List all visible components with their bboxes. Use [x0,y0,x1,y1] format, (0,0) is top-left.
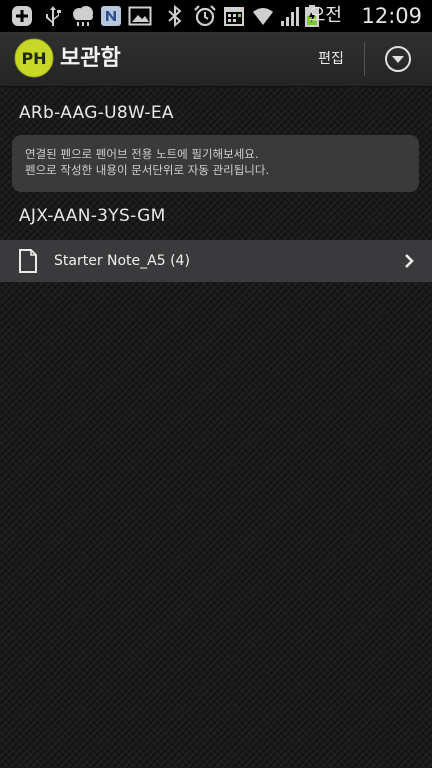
signal-icon [281,7,299,26]
edit-button[interactable]: 편집 [306,44,356,74]
dropdown-circle-icon[interactable] [384,45,412,73]
device-id-header: AJX-AAN-3YS-GM [19,206,166,226]
action-divider [364,42,365,76]
note-list-item[interactable]: Starter Note_A5 (4) [0,240,432,282]
note-label: Starter Note_A5 (4) [54,253,190,269]
gallery-icon [128,6,152,26]
hint-line: 펜으로 작성한 내용이 문서단위로 자동 관리됩니다. [25,163,270,177]
device-id-header: ARb-AAG-U8W-EA [19,103,174,123]
app-logo-text: PH [21,49,46,68]
chevron-right-icon [405,254,414,268]
hint-message-box: 연결된 펜으로 펜어브 전용 노트에 필기해보세요. 펜으로 작성한 내용이 문… [12,135,419,192]
n-app-icon [101,6,121,26]
page-title: 보관함 [60,46,121,71]
status-bar: 오전 12:09 [0,0,432,32]
app-logo[interactable]: PH [14,38,54,78]
action-bar: PH 보관함 편집 [0,32,432,87]
bluetooth-icon [168,4,182,28]
usb-icon [46,6,61,26]
screen: 오전 12:09 PH 보관함 편집 ARb-AAG-U8W-EA 연결된 펜으… [0,0,432,768]
status-ampm: 오전 [308,5,342,26]
alarm-icon [194,5,216,27]
weather-icon [73,6,93,26]
hint-line: 연결된 펜으로 펜어브 전용 노트에 필기해보세요. [25,147,259,161]
calendar-icon [224,7,244,26]
add-icon [12,6,32,26]
wifi-icon [253,8,273,25]
document-icon [19,249,37,273]
status-time: 12:09 [361,4,422,28]
